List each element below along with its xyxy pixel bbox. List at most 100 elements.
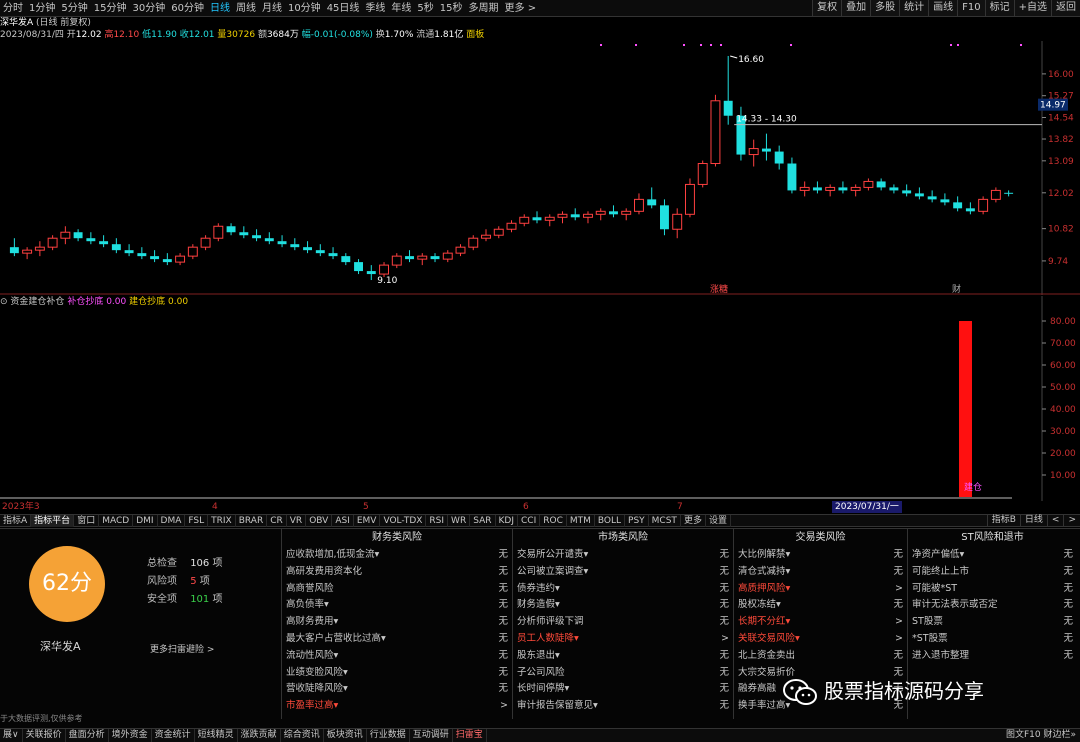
tab-right-2[interactable]: <: [1046, 514, 1064, 527]
period-tab-9[interactable]: 10分钟: [285, 0, 324, 17]
bottom-tab-6[interactable]: 涨跌贡献: [238, 729, 281, 742]
bottom-tab-1[interactable]: 关联报价: [23, 729, 66, 742]
risk-item[interactable]: ST股票 无: [908, 614, 1077, 631]
risk-item[interactable]: 股权冻结▾ 无: [734, 597, 907, 614]
risk-item[interactable]: 分析师评级下调 无: [513, 614, 733, 631]
indicator-tab-12[interactable]: ASI: [332, 515, 354, 527]
risk-item[interactable]: 债券违约▾ 无: [513, 581, 733, 598]
risk-item[interactable]: 大比例解禁▾ 无: [734, 547, 907, 564]
indicator-tab-6[interactable]: FSL: [185, 515, 209, 527]
top-button-4[interactable]: 画线: [928, 0, 958, 16]
risk-item[interactable]: 关联交易风险▾ >: [734, 631, 907, 648]
risk-item[interactable]: 高负债率▾ 无: [282, 597, 512, 614]
indicator-tab-21[interactable]: MTM: [567, 515, 595, 527]
risk-item[interactable]: 员工人数陡降▾ >: [513, 631, 733, 648]
bottom-tab-10[interactable]: 互动调研: [410, 729, 453, 742]
indicator-tab-10[interactable]: VR: [287, 515, 307, 527]
indicator-chart[interactable]: 80.00 70.00 60.00 50.00 40.00 30.00 20.00 10.00…: [0, 296, 1080, 501]
panel-button[interactable]: 面板: [466, 30, 484, 40]
top-button-2[interactable]: 多股: [870, 0, 900, 16]
period-tab-16[interactable]: 更多 >: [502, 0, 540, 17]
indicator-tab-5[interactable]: DMA: [158, 515, 186, 527]
risk-item[interactable]: 财务造假▾ 无: [513, 597, 733, 614]
more-scan-link[interactable]: 更多扫雷避险 >: [150, 642, 214, 655]
indicator-tab-24[interactable]: MCST: [649, 515, 681, 527]
bottom-right-text[interactable]: 图文F10 财边栏»: [1006, 728, 1076, 742]
period-tab-1[interactable]: 1分钟: [26, 0, 58, 17]
period-tab-7[interactable]: 周线: [233, 0, 259, 17]
risk-item[interactable]: 北上资金卖出 无: [734, 648, 907, 665]
period-tab-4[interactable]: 30分钟: [129, 0, 168, 17]
tab-right-1[interactable]: 日线: [1019, 514, 1047, 527]
indicator-tab-0[interactable]: 指标A: [0, 515, 32, 527]
indicator-tab-17[interactable]: SAR: [470, 515, 496, 527]
top-button-3[interactable]: 统计: [899, 0, 929, 16]
period-tab-0[interactable]: 分时: [0, 0, 26, 17]
risk-item[interactable]: 审计无法表示或否定 无: [908, 597, 1077, 614]
bottom-tab-4[interactable]: 资金统计: [152, 729, 195, 742]
risk-item[interactable]: 子公司风险 无: [513, 665, 733, 682]
risk-item[interactable]: 审计报告保留意见▾ 无: [513, 698, 733, 715]
risk-item[interactable]: 交易所公开谴责▾ 无: [513, 547, 733, 564]
risk-item[interactable]: 长时间停牌▾ 无: [513, 681, 733, 698]
indicator-tab-7[interactable]: TRIX: [208, 515, 236, 527]
risk-item[interactable]: *ST股票 无: [908, 631, 1077, 648]
bottom-tab-5[interactable]: 短线精灵: [195, 729, 238, 742]
risk-item[interactable]: 流动性风险▾ 无: [282, 648, 512, 665]
indicator-tab-23[interactable]: PSY: [625, 515, 649, 527]
top-button-5[interactable]: F10: [957, 0, 985, 16]
risk-item[interactable]: 高研发费用资本化 无: [282, 564, 512, 581]
risk-item[interactable]: 清仓式减持▾ 无: [734, 564, 907, 581]
top-button-6[interactable]: 标记: [984, 0, 1014, 16]
risk-item[interactable]: 净资产偏低▾ 无: [908, 547, 1077, 564]
top-button-8[interactable]: 返回: [1051, 0, 1080, 16]
period-tab-5[interactable]: 60分钟: [168, 0, 207, 17]
risk-item[interactable]: 最大客户占营收比过高▾ 无: [282, 631, 512, 648]
risk-item[interactable]: 公司被立案调查▾ 无: [513, 564, 733, 581]
indicator-tab-25[interactable]: 更多: [681, 515, 706, 527]
top-button-0[interactable]: 复权: [812, 0, 842, 16]
risk-item[interactable]: 市盈率过高▾ >: [282, 698, 512, 715]
top-button-1[interactable]: 叠加: [841, 0, 871, 16]
risk-item[interactable]: 应收款增加,低现金流▾ 无: [282, 547, 512, 564]
risk-item[interactable]: 业绩变脸风险▾ 无: [282, 665, 512, 682]
risk-item[interactable]: 可能被*ST 无: [908, 581, 1077, 598]
period-tab-8[interactable]: 月线: [259, 0, 285, 17]
period-tab-6[interactable]: 日线: [207, 0, 233, 17]
event-cai[interactable]: 财: [952, 283, 961, 295]
risk-item[interactable]: 高质押风险▾ >: [734, 581, 907, 598]
risk-item[interactable]: 进入退市整理 无: [908, 648, 1077, 665]
risk-item[interactable]: 高商誉风险 无: [282, 581, 512, 598]
tab-right-3[interactable]: >: [1063, 514, 1080, 527]
risk-item[interactable]: 营收陡降风险▾ 无: [282, 681, 512, 698]
stock-title[interactable]: 深华发A: [0, 18, 33, 28]
bottom-tab-2[interactable]: 盘面分析: [66, 729, 109, 742]
bottom-tab-11[interactable]: 扫雷宝: [453, 729, 487, 742]
risk-item[interactable]: 股东退出▾ 无: [513, 648, 733, 665]
period-tab-15[interactable]: 多周期: [466, 0, 502, 17]
bottom-tab-8[interactable]: 板块资讯: [324, 729, 367, 742]
indicator-tab-4[interactable]: DMI: [133, 515, 158, 527]
indicator-tab-8[interactable]: BRAR: [236, 515, 268, 527]
indicator-title[interactable]: 资金建仓补仓: [10, 297, 64, 307]
event-zhangting[interactable]: 涨糖: [710, 283, 728, 295]
indicator-tab-18[interactable]: KDJ: [496, 515, 518, 527]
indicator-tab-14[interactable]: VOL-TDX: [380, 515, 427, 527]
indicator-tab-11[interactable]: OBV: [306, 515, 333, 527]
tab-right-0[interactable]: 指标B: [986, 514, 1020, 527]
bottom-tab-9[interactable]: 行业数据: [367, 729, 410, 742]
period-tab-3[interactable]: 15分钟: [91, 0, 130, 17]
indicator-tab-15[interactable]: RSI: [426, 515, 449, 527]
indicator-tab-26[interactable]: 设置: [706, 515, 731, 527]
indicator-tab-20[interactable]: ROC: [540, 515, 567, 527]
bottom-tab-3[interactable]: 境外资金: [109, 729, 152, 742]
indicator-collapse-icon[interactable]: ⊙: [0, 297, 8, 307]
period-tab-2[interactable]: 5分钟: [58, 0, 90, 17]
indicator-tab-2[interactable]: 窗口: [74, 515, 100, 527]
period-tab-12[interactable]: 年线: [388, 0, 414, 17]
indicator-tab-16[interactable]: WR: [448, 515, 471, 527]
period-tab-11[interactable]: 季线: [362, 0, 388, 17]
indicator-tab-13[interactable]: EMV: [354, 515, 381, 527]
risk-item[interactable]: 长期不分红▾ >: [734, 614, 907, 631]
indicator-tab-22[interactable]: BOLL: [595, 515, 626, 527]
